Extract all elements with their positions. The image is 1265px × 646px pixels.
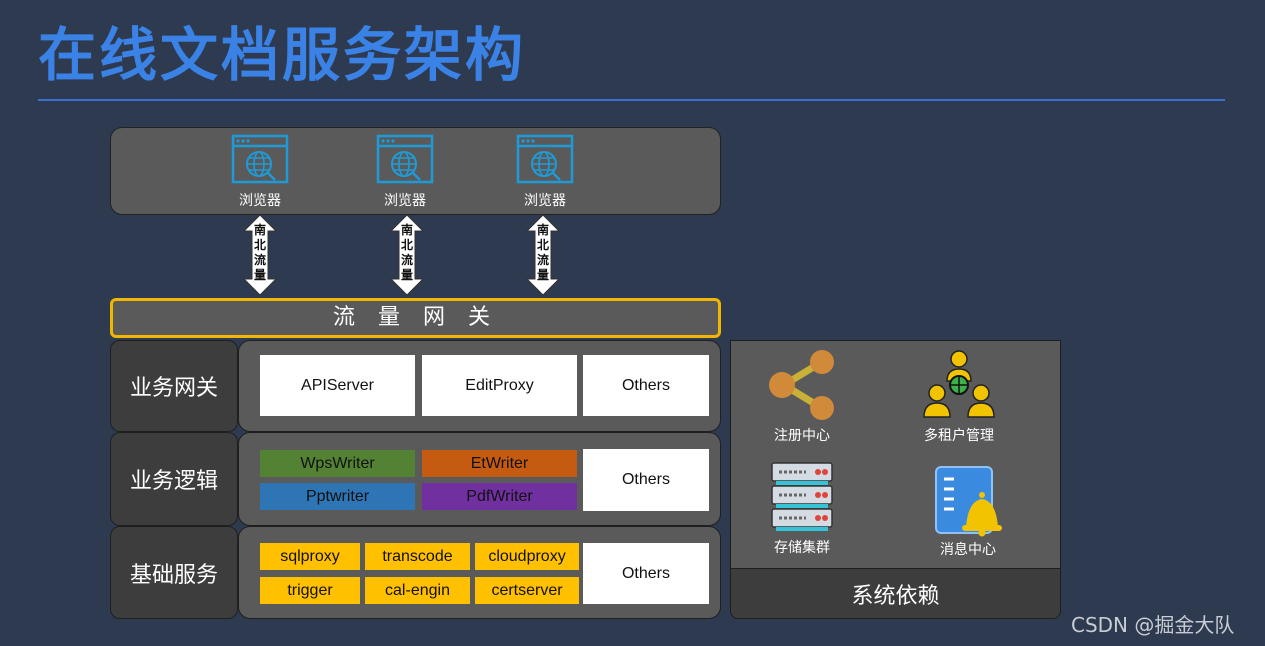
storage-cluster: 存储集群 [742, 461, 862, 557]
business-logic-row: WpsWriter EtWriter Pptwriter PdfWriter O… [238, 432, 721, 526]
editproxy-box: EditProxy [422, 355, 577, 416]
browser-label: 浏览器 [524, 193, 566, 209]
wpswriter-box: WpsWriter [260, 450, 415, 477]
system-dependencies-panel: 注册中心 多租户管理 存储集群 消息中心 [730, 340, 1061, 570]
multi-tenant-label: 多租户管理 [924, 428, 994, 444]
others-box: Others [583, 543, 709, 604]
notification-bell-icon [935, 466, 1002, 537]
sqlproxy-box: sqlproxy [260, 543, 360, 570]
server-stack-icon [771, 462, 833, 531]
business-gateway-label: 业务网关 [110, 340, 238, 432]
pdfwriter-box: PdfWriter [422, 483, 577, 510]
registry-center-label: 注册中心 [774, 428, 830, 444]
base-services-label: 基础服务 [110, 526, 238, 619]
business-logic-label: 业务逻辑 [110, 432, 238, 526]
north-south-traffic-arrow: 南北流量 [523, 213, 563, 297]
cal-engin-box: cal-engin [365, 577, 470, 604]
business-gateway-row: APIServer EditProxy Others [238, 340, 721, 432]
cloudproxy-box: cloudproxy [475, 543, 579, 570]
message-center-label: 消息中心 [940, 542, 996, 558]
north-south-traffic-arrow: 南北流量 [387, 213, 427, 297]
base-services-row: sqlproxy transcode cloudproxy trigger ca… [238, 526, 721, 619]
north-south-traffic-arrow: 南北流量 [240, 213, 280, 297]
watermark: CSDN @掘金大队 [1071, 613, 1235, 637]
multi-tenant-management: 多租户管理 [899, 347, 1019, 445]
system-dependencies-label: 系统依赖 [730, 568, 1061, 619]
trigger-box: trigger [260, 577, 360, 604]
browser-panel: 浏览器 浏览器 浏览器 [110, 127, 721, 215]
browser-node: 浏览器 [365, 134, 445, 210]
others-box: Others [583, 355, 709, 416]
title-divider [38, 99, 1225, 101]
page-title: 在线文档服务架构 [38, 21, 527, 89]
share-icon [769, 350, 834, 420]
browser-node: 浏览器 [505, 134, 585, 210]
browser-node: 浏览器 [220, 134, 300, 210]
multi-tenant-icon [923, 350, 995, 418]
browser-label: 浏览器 [239, 193, 281, 209]
storage-cluster-label: 存储集群 [774, 540, 830, 556]
registry-center: 注册中心 [742, 347, 862, 445]
pptwriter-box: Pptwriter [260, 483, 415, 510]
etwriter-box: EtWriter [422, 450, 577, 477]
browser-globe-icon [376, 134, 434, 184]
others-box: Others [583, 449, 709, 511]
apiserver-box: APIServer [260, 355, 415, 416]
traffic-gateway: 流 量 网 关 [110, 298, 721, 338]
browser-globe-icon [516, 134, 574, 184]
browser-label: 浏览器 [384, 193, 426, 209]
message-center: 消息中心 [908, 465, 1028, 559]
certserver-box: certserver [475, 577, 579, 604]
transcode-box: transcode [365, 543, 470, 570]
browser-globe-icon [231, 134, 289, 184]
